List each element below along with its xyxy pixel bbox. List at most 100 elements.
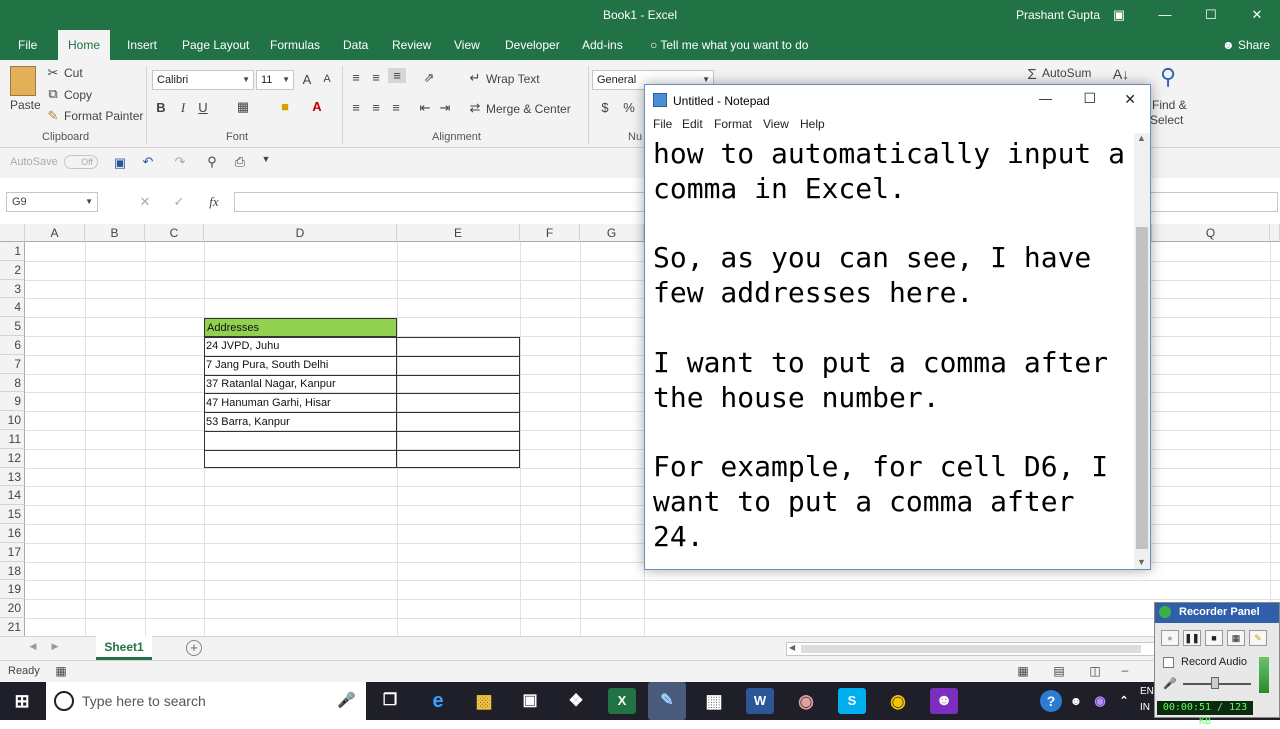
dropbox-icon[interactable]: ❖ xyxy=(562,688,590,714)
zoom-out-icon[interactable]: – xyxy=(1118,663,1132,677)
row-header[interactable]: 7 xyxy=(0,354,25,374)
increase-indent-icon[interactable]: ⇥ xyxy=(436,100,454,116)
align-left-icon[interactable]: ≡ xyxy=(348,100,364,115)
scroll-left-icon[interactable]: ◀ xyxy=(28,641,38,652)
save-icon[interactable]: ▣ xyxy=(112,155,128,171)
people-icon[interactable]: ☻ xyxy=(1068,688,1084,714)
undo-icon[interactable]: ↶ xyxy=(140,154,156,170)
customize-qat-icon[interactable]: ▼ xyxy=(260,154,272,164)
column-header-e[interactable]: E xyxy=(397,224,520,242)
recorder-title-bar[interactable]: Recorder Panel xyxy=(1155,603,1279,623)
row-header[interactable]: 11 xyxy=(0,430,25,449)
file-explorer-icon[interactable]: ▩ xyxy=(470,688,498,714)
notepad-maximize-button[interactable]: ☐ xyxy=(1083,90,1096,107)
notepad-menu-file[interactable]: File xyxy=(653,117,672,131)
add-sheet-button[interactable]: + xyxy=(186,640,202,656)
paint-icon[interactable]: ◉ xyxy=(792,688,820,714)
stop-button[interactable]: ■ xyxy=(1205,630,1223,646)
cell-d5-header[interactable]: Addresses xyxy=(204,318,397,337)
share-button[interactable]: ☻ Share xyxy=(1222,34,1270,56)
record-audio-checkbox[interactable] xyxy=(1163,657,1174,668)
row-header[interactable]: 8 xyxy=(0,373,25,393)
close-button[interactable]: ✕ xyxy=(1234,0,1280,30)
tray-app-icon[interactable]: ◉ xyxy=(1092,688,1108,714)
calculator-icon[interactable]: ▦ xyxy=(700,688,728,714)
skype-icon[interactable]: S xyxy=(838,688,866,714)
row-header[interactable]: 3 xyxy=(0,279,25,299)
copy-icon[interactable]: ⧉ xyxy=(46,86,60,102)
tab-file[interactable]: File xyxy=(8,30,47,60)
print-preview-icon[interactable]: ⚲ xyxy=(204,154,220,170)
paste-label[interactable]: Paste xyxy=(10,98,41,112)
underline-button[interactable]: U xyxy=(196,100,210,115)
copy-button[interactable]: Copy xyxy=(64,88,92,102)
pause-button[interactable]: ❚❚ xyxy=(1183,630,1201,646)
insert-function-icon[interactable]: fx xyxy=(206,194,222,210)
row-header[interactable]: 10 xyxy=(0,411,25,430)
scroll-left-icon[interactable]: ◀ xyxy=(789,643,795,652)
quick-print-icon[interactable]: ⎙ xyxy=(232,154,248,170)
cancel-icon[interactable]: ✕ xyxy=(138,194,152,210)
paste-icon[interactable] xyxy=(10,66,36,96)
tab-developer[interactable]: Developer xyxy=(495,30,570,60)
row-header[interactable]: 12 xyxy=(0,448,25,468)
sigma-icon[interactable]: Σ xyxy=(1024,66,1040,83)
font-size-select[interactable]: 11 ▼ xyxy=(256,70,294,90)
notepad-title-bar[interactable]: Untitled - Notepad — ☐ ✕ xyxy=(645,85,1150,115)
name-box[interactable]: G9 ▼ xyxy=(6,192,98,212)
tab-review[interactable]: Review xyxy=(382,30,441,60)
font-name-select[interactable]: Calibri ▼ xyxy=(152,70,254,90)
cell-d8[interactable]: 37 Ratanlal Nagar, Kanpur xyxy=(204,375,396,394)
microphone-icon[interactable]: 🎤 xyxy=(337,691,356,709)
cut-icon[interactable]: ✂ xyxy=(46,65,60,81)
bold-button[interactable]: B xyxy=(154,100,168,115)
notepad-minimize-button[interactable]: — xyxy=(1039,91,1052,106)
orientation-icon[interactable]: ⇗ xyxy=(418,70,440,86)
cell-d7[interactable]: 7 Jang Pura, South Delhi xyxy=(204,356,396,375)
select-all-corner[interactable] xyxy=(0,224,25,242)
sort-filter-icon[interactable]: A↓ xyxy=(1112,66,1130,82)
page-layout-view-icon[interactable]: ▤ xyxy=(1052,664,1066,678)
page-break-view-icon[interactable]: ◫ xyxy=(1088,664,1102,678)
row-header[interactable]: 21 xyxy=(0,618,25,637)
row-header[interactable]: 15 xyxy=(0,505,25,524)
scroll-right-icon[interactable]: ▶ xyxy=(50,641,60,652)
borders-icon[interactable]: ▦ xyxy=(234,99,252,115)
increase-font-icon[interactable]: A xyxy=(300,72,314,87)
percent-button[interactable]: % xyxy=(622,100,636,115)
notepad-menu-format[interactable]: Format xyxy=(714,117,752,131)
notepad-menu-help[interactable]: Help xyxy=(800,117,825,131)
edge-icon[interactable]: e xyxy=(424,688,452,714)
input-language[interactable]: EN xyxy=(1140,686,1154,697)
format-painter-icon[interactable]: ✎ xyxy=(46,108,60,124)
word-icon[interactable]: W xyxy=(746,688,774,714)
tab-data[interactable]: Data xyxy=(333,30,378,60)
scroll-thumb[interactable] xyxy=(801,645,1141,653)
column-header-f[interactable]: F xyxy=(520,224,580,242)
row-header[interactable]: 4 xyxy=(0,298,25,318)
tell-me-box[interactable]: ○ Tell me what you want to do xyxy=(640,30,818,60)
align-bottom-icon[interactable]: ≡ xyxy=(388,68,406,83)
tab-insert[interactable]: Insert xyxy=(117,30,167,60)
notepad-menu-edit[interactable]: Edit xyxy=(682,117,703,131)
notepad-scroll-thumb[interactable] xyxy=(1136,227,1148,549)
notepad-text-area[interactable]: how to automatically input a comma in Ex… xyxy=(653,137,1137,565)
merge-center-icon[interactable]: ⇄ xyxy=(468,100,482,116)
volume-slider-thumb[interactable] xyxy=(1211,677,1219,689)
excel-taskbar-icon[interactable]: X xyxy=(608,688,636,714)
chrome-icon[interactable]: ◉ xyxy=(884,688,912,714)
redo-icon[interactable]: ↷ xyxy=(172,154,188,170)
horizontal-scrollbar[interactable]: ◀ xyxy=(786,642,1156,656)
format-painter-button[interactable]: Format Painter xyxy=(64,109,143,123)
row-header[interactable]: 14 xyxy=(0,486,25,506)
user-name[interactable]: Prashant Gupta xyxy=(1016,8,1100,22)
task-view-icon[interactable]: ❐ xyxy=(376,688,404,714)
autosave-toggle[interactable]: Off xyxy=(64,155,98,169)
column-header-q[interactable]: Q xyxy=(1152,224,1270,242)
find-select-label-1[interactable]: Find & xyxy=(1152,98,1187,112)
windows-start-icon[interactable]: ⊞ xyxy=(8,688,36,714)
notepad-window[interactable]: Untitled - Notepad — ☐ ✕ File Edit Forma… xyxy=(644,84,1151,570)
autosum-button[interactable]: AutoSum xyxy=(1042,66,1091,80)
scroll-down-icon[interactable]: ▼ xyxy=(1137,557,1146,567)
tab-add-ins[interactable]: Add-ins xyxy=(572,30,633,60)
